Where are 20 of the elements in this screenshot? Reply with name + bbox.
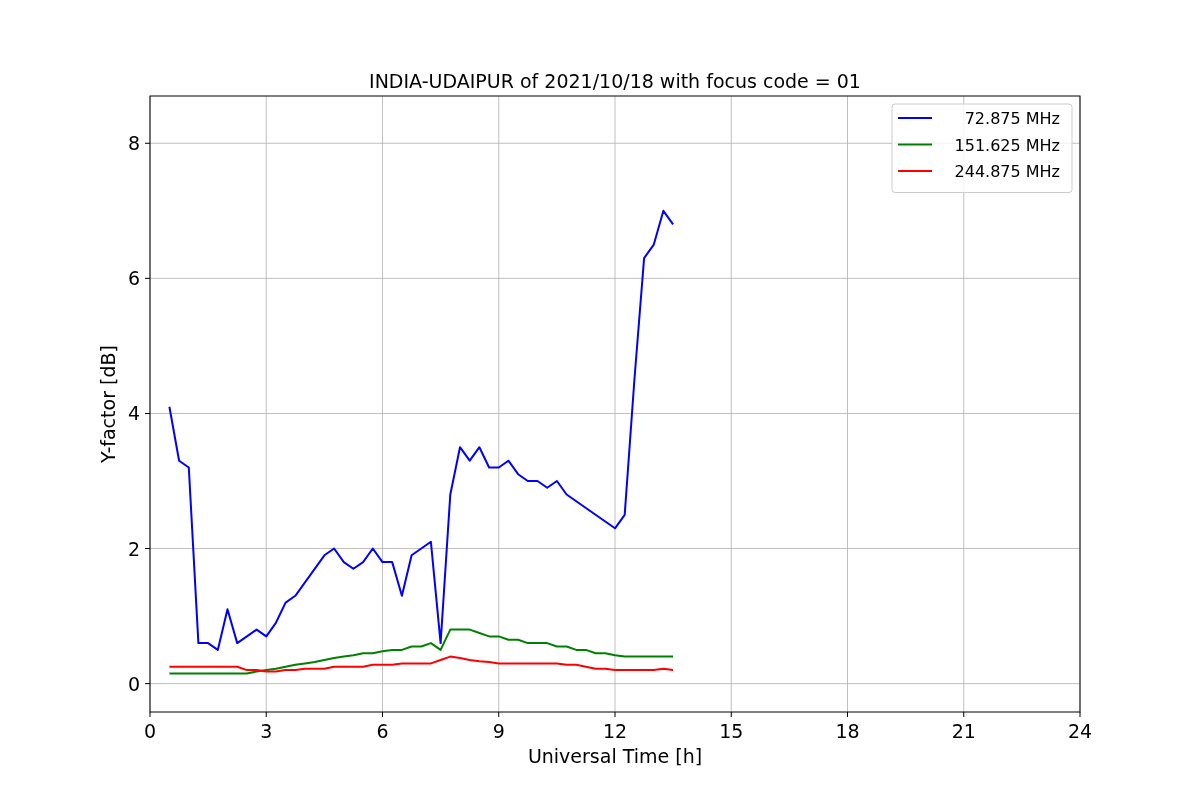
x-tick-label: 15 bbox=[719, 720, 744, 742]
y-tick-label: 4 bbox=[127, 402, 140, 425]
x-tick-label: 9 bbox=[492, 720, 505, 742]
x-tick-label: 0 bbox=[143, 720, 157, 742]
y-tick-label: 2 bbox=[127, 537, 140, 560]
y-tick-label: 8 bbox=[127, 132, 140, 155]
y-tick-label: 0 bbox=[127, 672, 140, 695]
x-tick-label: 3 bbox=[260, 720, 273, 742]
legend-label: 151.625 MHz bbox=[954, 135, 1060, 155]
x-tick-label: 18 bbox=[835, 720, 860, 742]
legend-label: 72.875 MHz bbox=[964, 109, 1060, 128]
y-tick-label: 6 bbox=[127, 267, 140, 290]
x-axis-label: Universal Time [h] bbox=[527, 745, 703, 767]
y-axis-label: Y-factor [dB] bbox=[97, 345, 119, 463]
x-tick-label: 24 bbox=[1067, 720, 1093, 742]
legend-label: 244.875 MHz bbox=[954, 162, 1060, 181]
chart-title: INDIA-UDAIPUR of 2021/10/18 with focus code = 01 bbox=[369, 70, 861, 92]
x-tick-label: 12 bbox=[602, 720, 628, 742]
x-tick-label: 21 bbox=[951, 720, 976, 742]
x-tick-label: 6 bbox=[376, 720, 389, 742]
